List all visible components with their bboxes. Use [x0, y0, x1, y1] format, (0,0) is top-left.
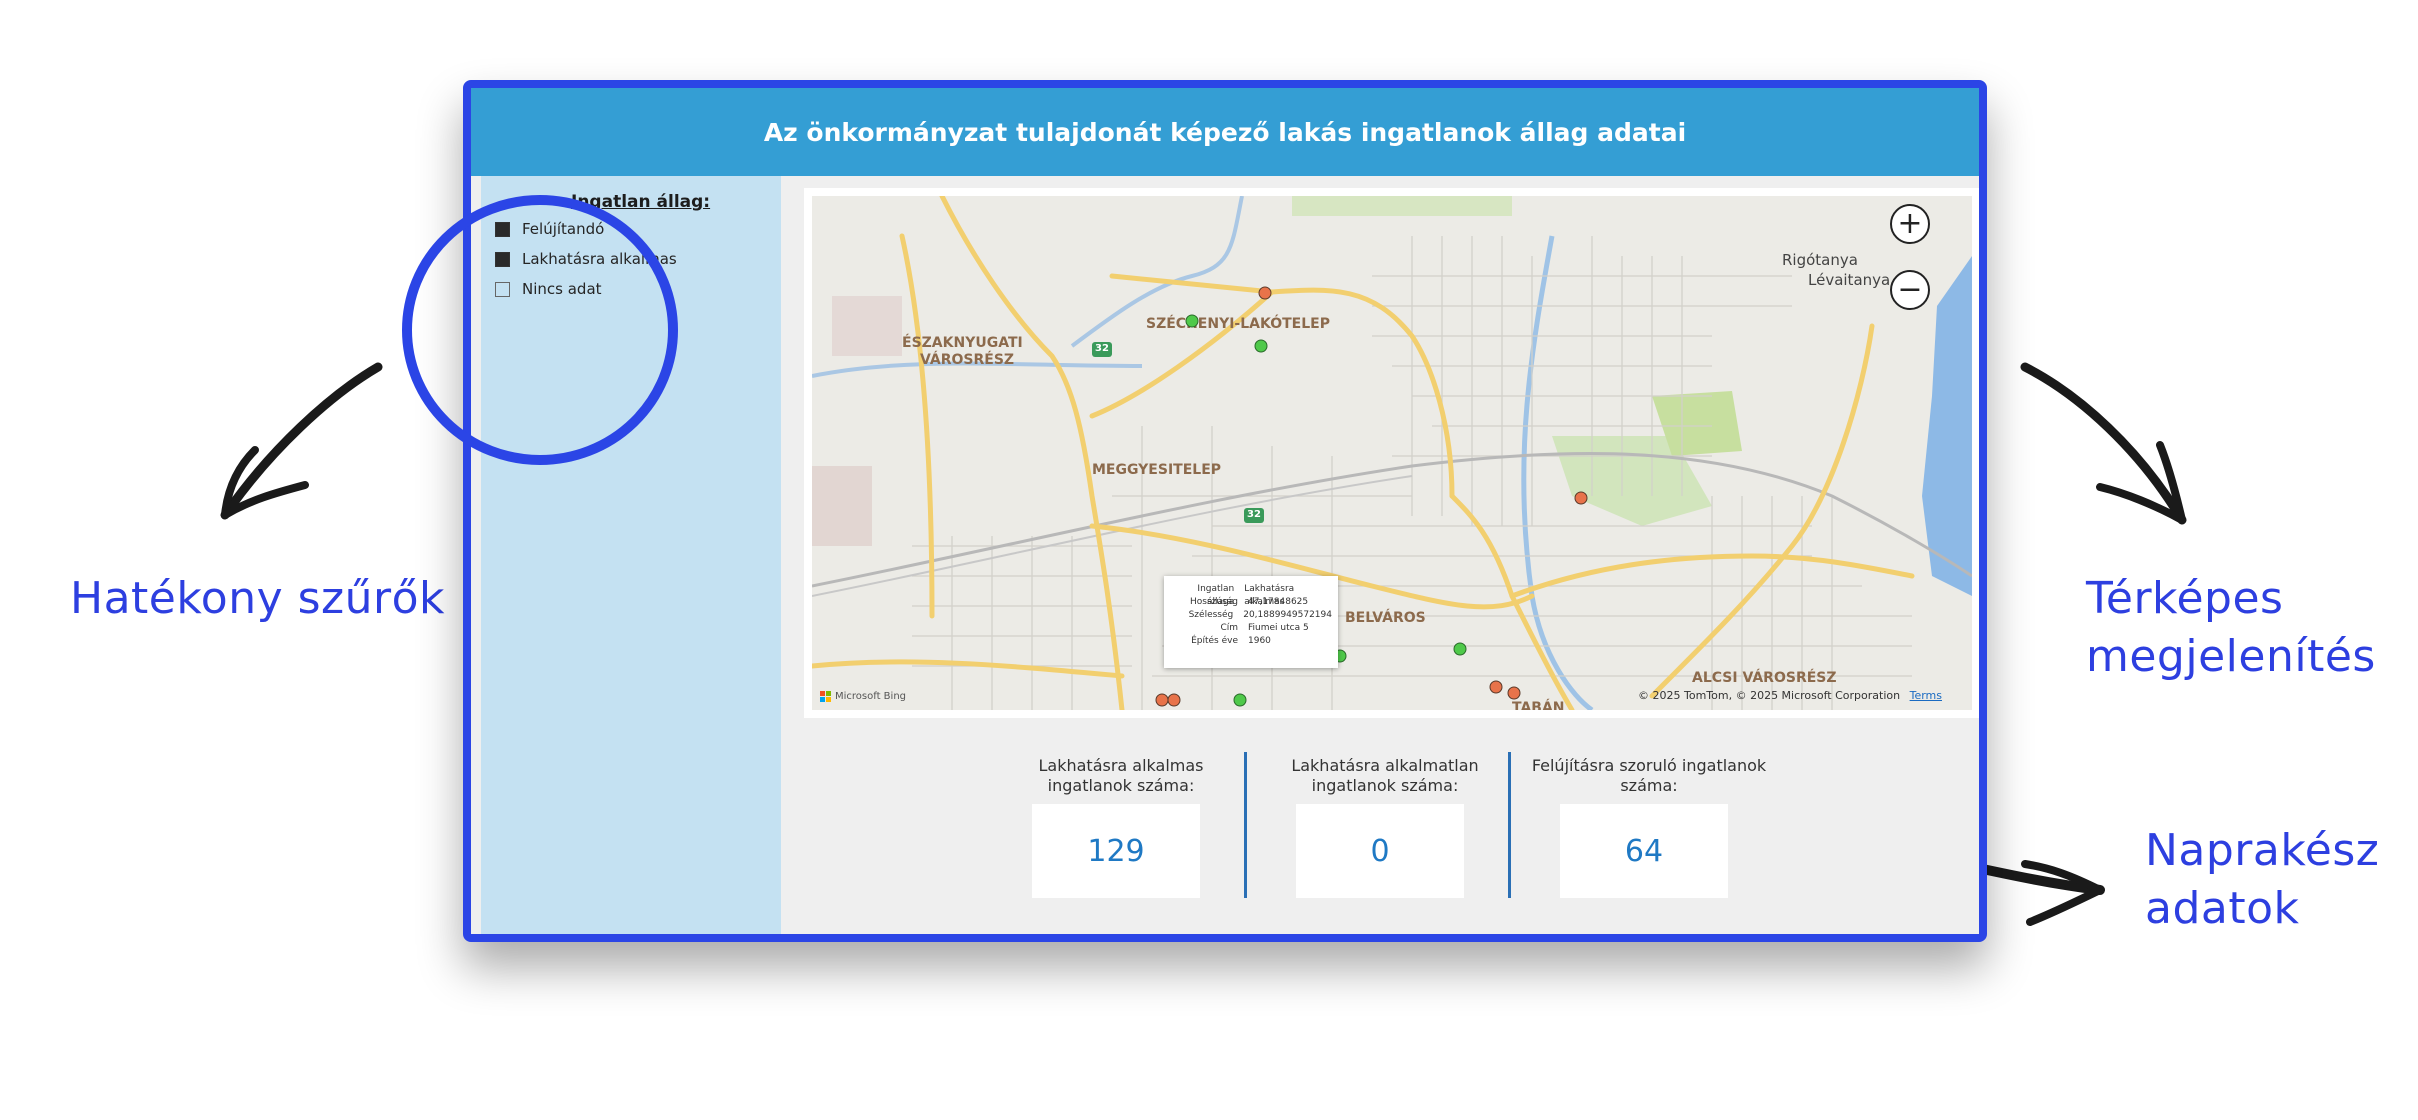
map-card: 32 32 SZÉCHENYI-LAKÓTELEP ÉSZAKNYUGATI V… [804, 188, 1979, 718]
district-label-szechenyi: SZÉCHENYI-LAKÓTELEP [1146, 316, 1330, 332]
tooltip-value: Fiumei utca 5 [1248, 623, 1309, 633]
map-tooltip: Ingatlan állaga Lakhatásra alkalmas Hossz… [1164, 576, 1338, 668]
map-base [812, 196, 1972, 710]
map-view[interactable]: 32 32 SZÉCHENYI-LAKÓTELEP ÉSZAKNYUGATI V… [812, 196, 1972, 710]
callout-up-to-date-line1: Naprakész [2145, 825, 2380, 876]
dashboard-frame: Az önkormányzat tulajdonát képező lakás … [463, 80, 1987, 942]
route-32-label-b: 32 [1247, 509, 1261, 520]
tooltip-key: Cím [1220, 623, 1238, 633]
district-label-eszaknyugati-1: ÉSZAKNYUGATI [902, 335, 1023, 351]
kpi-value-uninhabitable: 0 [1296, 804, 1464, 898]
tooltip-row: Ingatlan állaga Lakhatásra alkalmas [1170, 583, 1332, 607]
tooltip-key: Szélesség [1188, 610, 1234, 620]
tooltip-value: 1960 [1248, 636, 1271, 646]
callout-up-to-date-line2: adatok [2145, 883, 2300, 934]
zoom-out-button[interactable]: − [1890, 270, 1930, 310]
place-label-levaitanya: Lévaitanya [1808, 271, 1891, 289]
district-label-taban: TABÁN [1512, 700, 1565, 710]
callout-map-display-line2: megjelenítés [2086, 631, 2376, 682]
map-provider: Microsoft Bing [820, 691, 906, 702]
kpi-label-uninhabitable: Lakhatásra alkalmatlan ingatlanok száma: [1291, 756, 1479, 795]
microsoft-logo-icon [820, 691, 831, 702]
arrow-left-icon [220, 362, 383, 520]
zoom-in-button[interactable]: + [1890, 204, 1930, 244]
kpi-divider [1508, 752, 1511, 898]
highlight-circle-icon [402, 195, 678, 465]
kpi-label-renovation: Felújításra szoruló ingatlanok száma: [1531, 756, 1767, 795]
kpi-label-habitable: Lakhatásra alkalmas ingatlanok száma: [1038, 756, 1204, 795]
tooltip-value: 47,17848625 [1248, 597, 1309, 607]
route-32-label-a: 32 [1095, 343, 1109, 354]
tooltip-key: Építés éve [1191, 636, 1238, 646]
tooltip-row: Cím Fiumei utca 5 [1170, 622, 1332, 635]
tooltip-value: Lakhatásra alkalmas [1244, 584, 1295, 607]
callout-map-display-line1: Térképes [2086, 573, 2284, 624]
tooltip-value: 20,1889949572194 [1243, 610, 1332, 620]
arrow-right-icon [2020, 362, 2187, 525]
kpi-value-renovation: 64 [1560, 804, 1728, 898]
kpi-divider [1244, 752, 1247, 898]
tooltip-row: Építés éve 1960 [1170, 635, 1332, 648]
tooltip-key: Ingatlan állaga [1197, 584, 1235, 607]
tooltip-key: Hosszúság [1190, 597, 1238, 607]
district-label-eszaknyugati-2: VÁROSRÉSZ [920, 352, 1015, 368]
district-label-meggyesi: MEGGYESITELEP [1092, 462, 1222, 478]
tooltip-row: Hosszúság 47,17848625 [1170, 596, 1332, 609]
district-label-alcsi: ALCSI VÁROSRÉSZ [1692, 670, 1837, 686]
callout-efficient-filters: Hatékony szűrők [70, 573, 446, 624]
map-attribution-text: © 2025 TomTom, © 2025 Microsoft Corporat… [1638, 689, 1901, 702]
kpi-value-habitable: 129 [1032, 804, 1200, 898]
map-terms-link[interactable]: Terms [1910, 689, 1942, 702]
district-label-belvaros: BELVÁROS [1345, 610, 1426, 626]
place-label-rigotanya: Rigótanya [1782, 251, 1858, 269]
page-title: Az önkormányzat tulajdonát képező lakás … [471, 88, 1979, 176]
tooltip-row: Szélesség 20,1889949572194 [1170, 609, 1332, 622]
map-provider-label: Microsoft Bing [835, 691, 907, 702]
map-attribution: © 2025 TomTom, © 2025 Microsoft Corporat… [1638, 689, 1942, 702]
